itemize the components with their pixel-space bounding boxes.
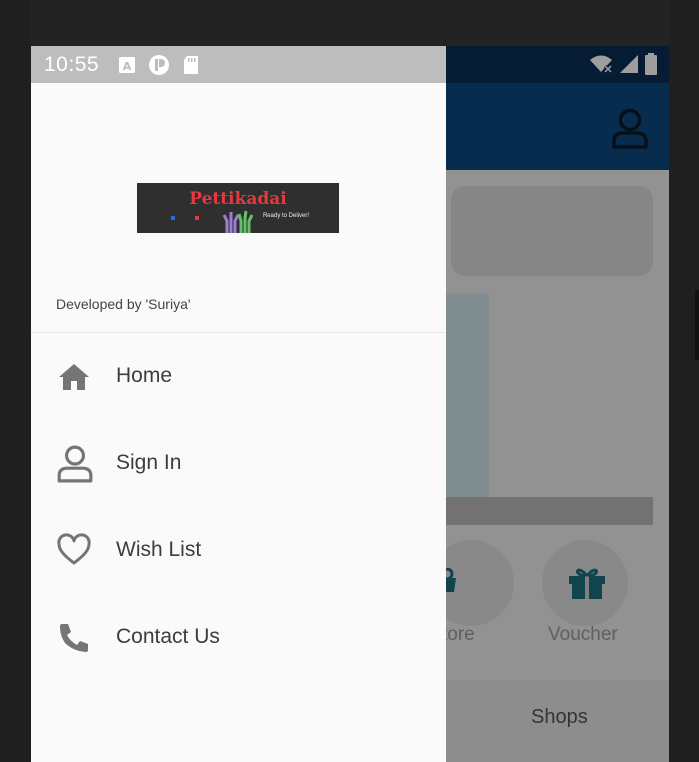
status-bar: 10:55 A	[31, 46, 446, 83]
developer-credit: Developed by 'Suriya'	[56, 296, 191, 312]
drawer-item-contact-us[interactable]: Contact Us	[31, 594, 446, 681]
drawer-item-sign-in[interactable]: Sign In	[31, 420, 446, 507]
drawer-item-home[interactable]: Home	[31, 333, 446, 420]
person-icon	[57, 445, 93, 483]
sd-card-icon	[184, 56, 198, 74]
phone-icon	[60, 624, 88, 652]
heart-icon	[57, 533, 91, 565]
navigation-drawer: 10:55 A Pettikadai Ready to Deliver! Dev…	[31, 46, 446, 762]
logo-title: Pettikadai	[189, 189, 287, 209]
device-side-button	[695, 290, 699, 360]
home-icon	[59, 364, 89, 390]
a-icon: A	[119, 57, 135, 73]
status-time: 10:55	[44, 53, 100, 76]
drawer-item-label: Wish List	[116, 538, 202, 561]
svg-text:A: A	[123, 60, 132, 73]
device-frame-left	[0, 0, 31, 762]
logo-tagline: Ready to Deliver!	[262, 213, 309, 219]
device-frame-top	[0, 0, 699, 46]
hands-logo-icon	[222, 210, 254, 233]
logo-dot-blue	[171, 216, 175, 220]
pen-circle-icon	[149, 55, 169, 75]
device-frame-right	[669, 0, 699, 762]
phone-screen: tore Voucher Shops 10:55 A Pettikadai Re…	[31, 46, 669, 762]
drawer-item-label: Sign In	[116, 451, 182, 474]
drawer-item-label: Contact Us	[116, 625, 220, 648]
logo-dot-red	[195, 216, 199, 220]
drawer-item-label: Home	[116, 364, 173, 387]
drawer-item-wish-list[interactable]: Wish List	[31, 507, 446, 594]
status-left-icons: A	[118, 54, 200, 76]
app-logo: Pettikadai Ready to Deliver!	[137, 183, 339, 233]
